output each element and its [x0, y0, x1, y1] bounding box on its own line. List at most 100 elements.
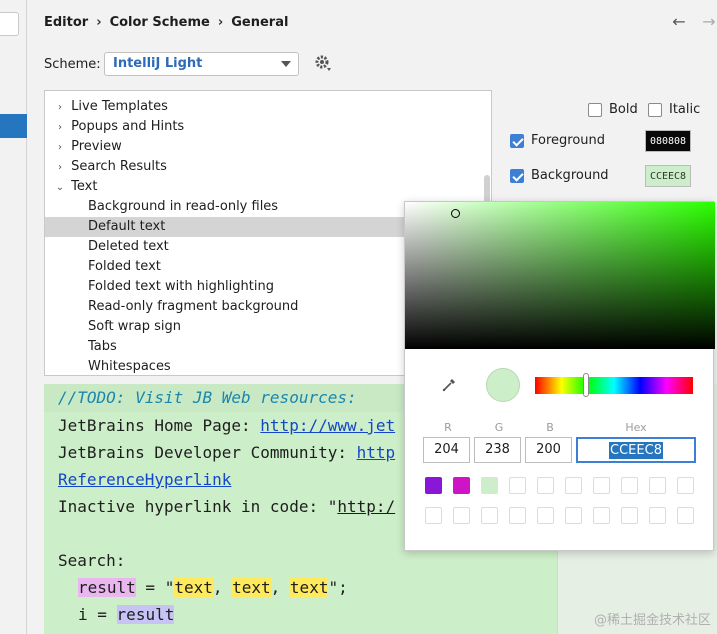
- italic-checkbox[interactable]: [648, 102, 662, 117]
- tree-item-label: Live Templates: [71, 99, 168, 114]
- palette-color-cell[interactable]: [481, 507, 498, 524]
- search-match: text: [289, 578, 329, 597]
- color-preview-circle: [486, 368, 520, 402]
- tree-item-label: Read-only fragment background: [88, 299, 299, 314]
- tree-item-label: Popups and Hints: [71, 119, 185, 134]
- bold-checkbox[interactable]: [588, 102, 602, 117]
- tree-item[interactable]: › Preview: [45, 137, 491, 157]
- tree-item-label: Search Results: [71, 159, 167, 174]
- hex-label: Hex: [625, 421, 647, 434]
- palette-color-cell[interactable]: [649, 477, 666, 494]
- hex-input[interactable]: CCEEC8: [576, 437, 696, 463]
- background-label: Background: [531, 168, 609, 183]
- chevron-right-icon[interactable]: ›: [53, 158, 67, 178]
- todo-comment: //TODO: Visit JB Web resources:: [58, 388, 357, 407]
- palette-color-cell[interactable]: [537, 507, 554, 524]
- community-link[interactable]: http: [357, 443, 396, 462]
- chevron-right-icon: ›: [217, 15, 224, 30]
- breadcrumb-color-scheme[interactable]: Color Scheme: [110, 15, 210, 30]
- tree-item-label: Text: [71, 179, 98, 194]
- tree-item[interactable]: ⌄ Text: [45, 177, 491, 197]
- green-input[interactable]: 238: [474, 437, 521, 463]
- palette-color-cell[interactable]: [565, 477, 582, 494]
- palette-color-cell[interactable]: [677, 507, 694, 524]
- palette-color-cell[interactable]: [509, 507, 526, 524]
- scheme-dropdown[interactable]: IntelliJ Light: [104, 52, 299, 76]
- blue-label: B: [546, 421, 554, 434]
- color-picker-popup: R G B Hex 204 238 200 CCEEC8: [404, 201, 715, 551]
- palette-color-cell[interactable]: [565, 507, 582, 524]
- chevron-down-icon[interactable]: ⌄: [53, 178, 67, 198]
- search-match: text: [232, 578, 271, 597]
- blue-input[interactable]: 200: [525, 437, 572, 463]
- palette-color-cell[interactable]: [453, 477, 470, 494]
- scheme-value: IntelliJ Light: [113, 56, 203, 71]
- red-input[interactable]: 204: [423, 437, 470, 463]
- palette-color-cell[interactable]: [621, 477, 638, 494]
- community-line: JetBrains Developer Community: http: [58, 443, 395, 462]
- hue-slider[interactable]: [535, 377, 693, 394]
- green-label: G: [494, 421, 504, 434]
- tree-item-label: Folded text with highlighting: [88, 279, 274, 294]
- saturation-brightness-area[interactable]: [405, 202, 715, 349]
- italic-option[interactable]: Italic: [648, 102, 700, 117]
- inactive-label: Inactive hyperlink in code: ": [58, 497, 338, 516]
- palette-color-cell[interactable]: [621, 507, 638, 524]
- palette-color-cell[interactable]: [509, 477, 526, 494]
- foreground-checkbox[interactable]: [510, 133, 524, 148]
- chevron-right-icon[interactable]: ›: [53, 118, 67, 138]
- red-label: R: [444, 421, 452, 434]
- palette-color-cell[interactable]: [649, 507, 666, 524]
- comma-text: ,: [212, 578, 233, 597]
- eyedropper-icon[interactable]: [441, 377, 457, 393]
- end-quote: ";: [328, 578, 348, 597]
- gear-icon[interactable]: [314, 54, 332, 72]
- palette-color-cell[interactable]: [593, 507, 610, 524]
- reference-hyperlink[interactable]: ReferenceHyperlink: [58, 470, 231, 489]
- sidebar-selected-item[interactable]: [0, 114, 27, 138]
- comma-text: ,: [270, 578, 290, 597]
- palette-color-cell[interactable]: [593, 477, 610, 494]
- background-color-swatch[interactable]: CCEEC8: [645, 165, 691, 187]
- breadcrumb-editor[interactable]: Editor: [44, 15, 88, 30]
- italic-label: Italic: [669, 102, 701, 117]
- palette-color-cell[interactable]: [425, 477, 442, 494]
- home-page-label: JetBrains Home Page:: [58, 416, 261, 435]
- search-result-line: result = "text, text, text";: [78, 578, 348, 597]
- bold-option[interactable]: Bold: [588, 102, 638, 117]
- tree-item-label: Folded text: [88, 259, 161, 274]
- palette-color-cell[interactable]: [537, 477, 554, 494]
- chevron-right-icon[interactable]: ›: [53, 138, 67, 158]
- tree-item-label: Background in read-only files: [88, 199, 279, 214]
- chevron-right-icon[interactable]: ›: [53, 98, 67, 118]
- tree-item[interactable]: › Live Templates: [45, 97, 491, 117]
- inactive-hyperlink-line: Inactive hyperlink in code: "http:/: [58, 497, 395, 516]
- foreground-color-swatch[interactable]: 080808: [645, 130, 691, 152]
- i-assign-text: =: [87, 605, 117, 624]
- settings-search-input[interactable]: [0, 12, 19, 36]
- palette-color-cell[interactable]: [453, 507, 470, 524]
- forward-arrow-icon[interactable]: →: [701, 12, 717, 31]
- foreground-option[interactable]: Foreground: [510, 133, 605, 148]
- palette-color-cell[interactable]: [677, 477, 694, 494]
- background-option[interactable]: Background: [510, 168, 609, 183]
- result-reference: result: [116, 605, 175, 624]
- back-arrow-icon[interactable]: ←: [671, 12, 687, 31]
- home-page-link[interactable]: http://www.jet: [260, 416, 395, 435]
- hue-slider-handle[interactable]: [583, 373, 589, 397]
- tree-item[interactable]: › Popups and Hints: [45, 117, 491, 137]
- background-checkbox[interactable]: [510, 168, 524, 183]
- palette-color-cell[interactable]: [481, 477, 498, 494]
- home-page-line: JetBrains Home Page: http://www.jet: [58, 416, 395, 435]
- i-assign-line: i = result: [78, 605, 175, 624]
- breadcrumb: Editor › Color Scheme › General: [44, 15, 288, 30]
- tree-item[interactable]: › Search Results: [45, 157, 491, 177]
- palette-color-cell[interactable]: [425, 507, 442, 524]
- i-variable: i: [78, 605, 88, 624]
- tree-item-label: Preview: [71, 139, 122, 154]
- color-picker-handle[interactable]: [451, 209, 460, 218]
- hex-value: CCEEC8: [609, 442, 663, 459]
- assign-text: = ": [135, 578, 175, 597]
- tree-item-label: Soft wrap sign: [88, 319, 181, 334]
- settings-window: Editor › Color Scheme › General ← → Sche…: [0, 0, 717, 634]
